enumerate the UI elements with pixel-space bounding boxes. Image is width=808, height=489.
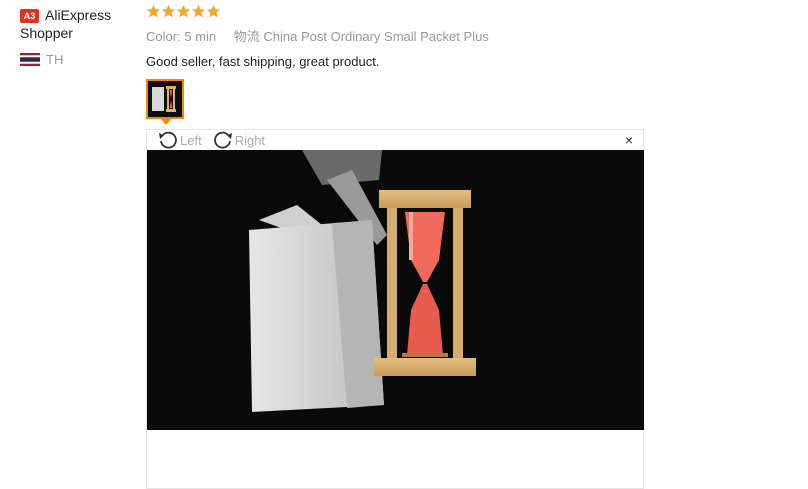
shipping-value: China Post Ordinary Small Packet Plus — [263, 29, 489, 44]
rotate-right-label: Right — [234, 132, 266, 148]
close-viewer-button[interactable]: × — [625, 133, 633, 147]
star-icon — [146, 4, 161, 18]
color-label: Color: — [146, 29, 181, 44]
rotate-left-icon — [159, 131, 177, 149]
photo-viewer: Left Right × — [146, 129, 644, 489]
star-rating — [146, 4, 786, 22]
rotate-right-button[interactable]: Right — [212, 130, 265, 150]
color-value: 5 min — [184, 29, 217, 44]
viewer-toolbar: Left Right — [157, 130, 275, 150]
review-meta: Color: 5 min 物流 China Post Ordinary Smal… — [146, 29, 786, 45]
star-icon — [176, 4, 191, 18]
reviewer-level-badge: A3 — [20, 9, 39, 23]
hourglass-thumbnail-image — [148, 81, 182, 117]
reviewer-name-row: A3 AliExpress Shopper — [20, 6, 135, 42]
hourglass-photo-image — [147, 150, 644, 430]
reviewer-country: TH — [20, 52, 135, 67]
review-photo-thumbnail[interactable] — [146, 79, 184, 119]
rotate-left-button[interactable]: Left — [157, 130, 202, 150]
rotate-right-icon — [213, 131, 232, 149]
thailand-flag-icon — [20, 53, 40, 66]
country-code: TH — [46, 52, 64, 67]
reviewer-info: A3 AliExpress Shopper TH — [20, 6, 135, 67]
review-photo — [147, 150, 644, 430]
thumbnail-selected-caret — [161, 119, 171, 125]
review-body: Color: 5 min 物流 China Post Ordinary Smal… — [146, 4, 786, 70]
rotate-left-label: Left — [180, 132, 202, 148]
review-text: Good seller, fast shipping, great produc… — [146, 54, 380, 69]
star-icon — [161, 4, 176, 18]
star-icon — [191, 4, 206, 18]
star-icon — [206, 4, 221, 18]
shipping-label: 物流 — [233, 29, 260, 44]
